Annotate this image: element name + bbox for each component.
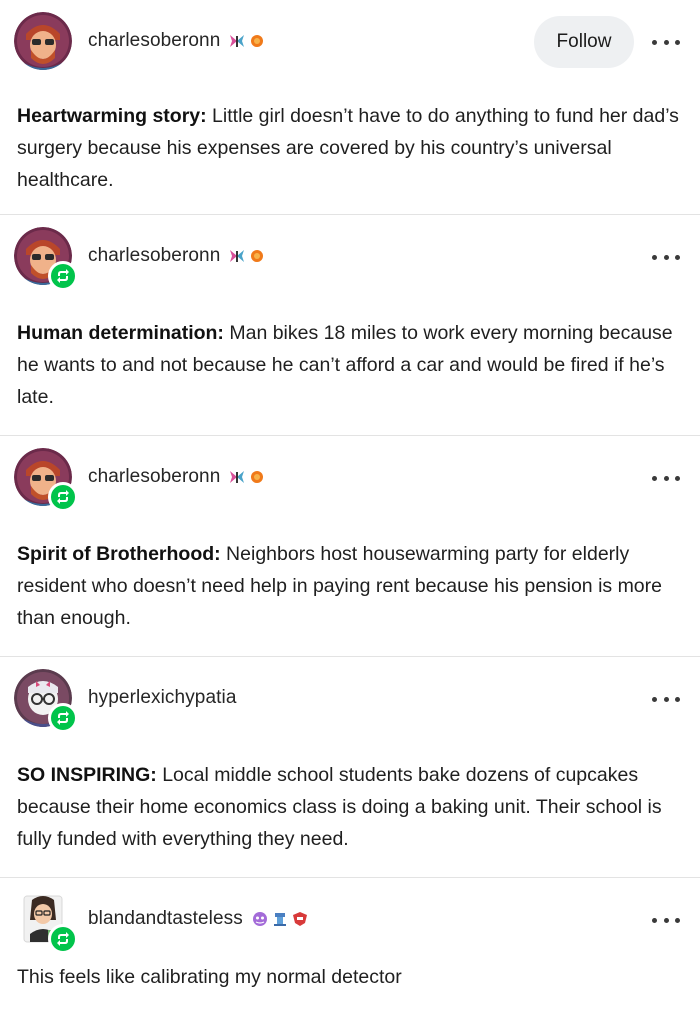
post-content: This feels like calibrating my normal de… (17, 966, 402, 988)
dot (652, 696, 657, 702)
reblog-icon (48, 703, 78, 733)
post-headline: SO INSPIRING: (17, 764, 157, 786)
reblog-icon (48, 482, 78, 512)
avatar[interactable] (14, 448, 78, 512)
post-header: blandandtasteless (0, 878, 700, 954)
butterfly-badge-icon[interactable] (228, 469, 246, 485)
avatar[interactable] (14, 227, 78, 291)
post-1: charlesoberonn Follow Heartwarming story… (0, 0, 700, 215)
user-badges (228, 248, 266, 264)
more-options-icon[interactable] (652, 468, 680, 488)
post-text: SO INSPIRING: Local middle school studen… (0, 717, 700, 877)
dot (663, 917, 669, 923)
dot (663, 475, 669, 481)
more-options-icon[interactable] (652, 910, 680, 930)
post-2: charlesoberonn Human determination: Man … (0, 215, 700, 436)
post-text: This feels like calibrating my normal de… (0, 938, 700, 1015)
post-header: charlesoberonn Follow (0, 0, 700, 70)
post-4: hyperlexichypatia SO INSPIRING: Local mi… (0, 657, 700, 878)
username[interactable]: hyperlexichypatia (88, 687, 237, 709)
reblog-icon (48, 261, 78, 291)
user-badges (228, 469, 266, 485)
sun-badge-icon[interactable] (248, 248, 266, 264)
shield-badge-icon[interactable] (291, 911, 309, 927)
username-row: blandandtasteless (88, 908, 309, 930)
post-headline: Spirit of Brotherhood: (17, 543, 221, 565)
dot (663, 696, 669, 702)
dot (652, 475, 657, 481)
butterfly-badge-icon[interactable] (228, 33, 246, 49)
reblog-icon (48, 924, 78, 954)
post-header: charlesoberonn (0, 436, 700, 512)
username-row: charlesoberonn (88, 30, 266, 52)
post-headline: Heartwarming story: (17, 105, 207, 127)
butterfly-badge-icon[interactable] (228, 248, 246, 264)
post-text: Spirit of Brotherhood: Neighbors host ho… (0, 496, 700, 656)
post-5: blandandtasteless This feels like calibr… (0, 878, 700, 1030)
sun-badge-icon[interactable] (248, 33, 266, 49)
face-badge-icon[interactable] (251, 911, 269, 927)
post-headline: Human determination: (17, 322, 224, 344)
dot (675, 696, 680, 702)
post-thread: charlesoberonn Follow Heartwarming story… (0, 0, 700, 1030)
post-header: charlesoberonn (0, 215, 700, 291)
username[interactable]: charlesoberonn (88, 30, 220, 52)
tower-badge-icon[interactable] (271, 911, 289, 927)
avatar[interactable] (14, 890, 78, 954)
post-3: charlesoberonn Spirit of Brotherhood: Ne… (0, 436, 700, 657)
avatar-image[interactable] (14, 12, 72, 70)
follow-button[interactable]: Follow (534, 16, 634, 68)
sun-badge-icon[interactable] (248, 469, 266, 485)
more-options-icon[interactable] (652, 247, 680, 267)
username-row: charlesoberonn (88, 245, 266, 267)
dot (663, 254, 669, 260)
username[interactable]: charlesoberonn (88, 466, 220, 488)
more-options-icon[interactable] (652, 689, 680, 709)
username-row: hyperlexichypatia (88, 687, 237, 709)
user-badges (228, 33, 266, 49)
post-header: hyperlexichypatia (0, 657, 700, 733)
username[interactable]: blandandtasteless (88, 908, 243, 930)
post-text: Human determination: Man bikes 18 miles … (0, 275, 700, 435)
post-text: Heartwarming story: Little girl doesn’t … (0, 60, 700, 218)
dot (675, 917, 680, 923)
dot (652, 917, 657, 923)
avatar[interactable] (14, 669, 78, 733)
username-row: charlesoberonn (88, 466, 266, 488)
more-options-icon[interactable] (652, 32, 680, 52)
dot (663, 39, 669, 45)
dot (675, 254, 680, 260)
user-badges (251, 911, 309, 927)
dot (675, 475, 680, 481)
avatar[interactable] (14, 12, 72, 70)
dot (652, 254, 657, 260)
dot (652, 39, 657, 45)
username[interactable]: charlesoberonn (88, 245, 220, 267)
dot (675, 39, 680, 45)
